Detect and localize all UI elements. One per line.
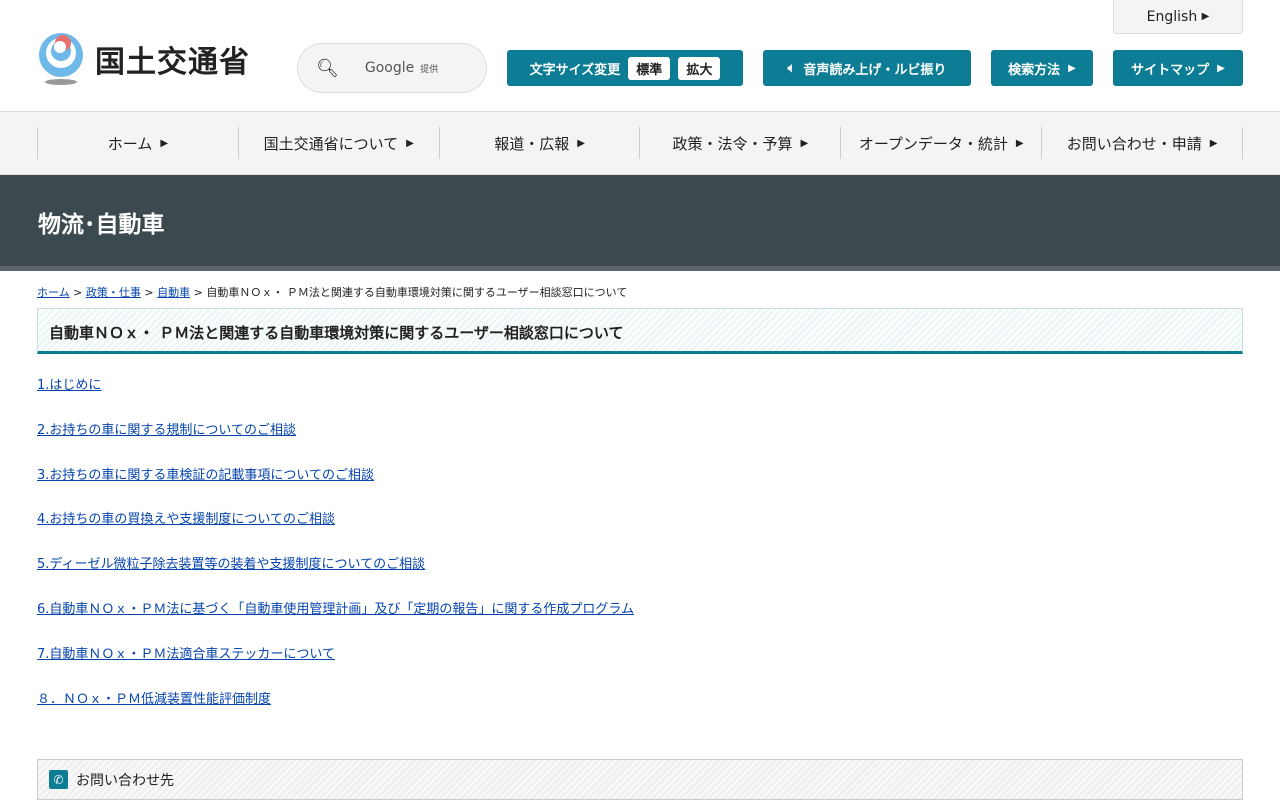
link-8[interactable]: ８．ＮＯｘ・ＰＭ低減装置性能評価制度: [37, 688, 1243, 733]
nav-policy[interactable]: 政策・法令・予算 ▶: [639, 127, 840, 159]
arrow-right-icon: ▶: [1217, 62, 1225, 74]
speaker-icon: 🔈︎: [787, 60, 796, 76]
font-large-button[interactable]: 拡大: [678, 56, 721, 80]
breadcrumb-policy[interactable]: 政策・仕事: [86, 286, 141, 299]
page-title: 自動車ＮＯｘ・ ＰＭ法と関連する自動車環境対策に関するユーザー相談窓口について: [37, 308, 1243, 354]
arrow-right-icon: ▶: [1068, 62, 1076, 74]
phone-icon: ✆: [49, 770, 68, 789]
breadcrumb-current: 自動車ＮＯｘ・ ＰＭ法と関連する自動車環境対策に関するユーザー相談窓口について: [206, 286, 628, 299]
link-1[interactable]: 1.はじめに: [37, 374, 1243, 419]
site-header: 国土交通省 English ▶ 🔍︎ Google 提供 文字サイズ変更 標準 …: [0, 0, 1280, 112]
mlit-logo-icon: [39, 33, 83, 85]
font-standard-button[interactable]: 標準: [628, 56, 671, 80]
font-size-control: 文字サイズ変更 標準 拡大: [507, 50, 743, 86]
link-5[interactable]: 5.ディーゼル微粒子除去装置等の装着や支援制度についてのご相談: [37, 553, 1243, 598]
arrow-right-icon: ▶: [1209, 137, 1218, 149]
link-2[interactable]: 2.お持ちの車に関する規制についてのご相談: [37, 419, 1243, 464]
nav-opendata[interactable]: オープンデータ・統計 ▶: [840, 127, 1041, 159]
link-6[interactable]: 6.自動車ＮＯｘ・ＰＭ法に基づく「自動車使用管理計画」及び「定期の報告」に関する…: [37, 598, 1243, 643]
arrow-right-icon: ▶: [577, 137, 585, 149]
english-link[interactable]: English ▶: [1113, 0, 1243, 34]
breadcrumb: ホーム > 政策・仕事 > 自動車 > 自動車ＮＯｘ・ ＰＭ法と関連する自動車環…: [37, 286, 628, 299]
link-7[interactable]: 7.自動車ＮＯｘ・ＰＭ法適合車ステッカーについて: [37, 643, 1243, 688]
sitemap-button[interactable]: サイトマップ ▶: [1113, 50, 1243, 86]
arrow-right-icon: ▶: [800, 137, 809, 149]
section-links: 1.はじめに 2.お持ちの車に関する規制についてのご相談 3.お持ちの車に関する…: [0, 354, 1280, 732]
nav-about[interactable]: 国土交通省について ▶: [237, 127, 439, 159]
arrow-right-icon: ▶: [1015, 137, 1024, 149]
speech-button[interactable]: 🔈︎ 音声読み上げ・ルビ振り: [763, 50, 971, 86]
arrow-right-icon: ▶: [160, 137, 169, 149]
breadcrumb-automobile[interactable]: 自動車: [157, 286, 190, 299]
section-banner: 物流･自動車: [0, 175, 1280, 271]
nav-contact[interactable]: お問い合わせ・申請 ▶: [1041, 127, 1243, 159]
global-nav: ホーム ▶ 国土交通省について ▶ 報道・広報 ▶ 政策・法令・予算 ▶ オープンデータ…: [0, 112, 1280, 175]
site-search[interactable]: 🔍︎ Google 提供: [297, 43, 487, 93]
site-logo[interactable]: 国土交通省: [37, 33, 250, 85]
nav-press[interactable]: 報道・広報 ▶: [438, 127, 640, 159]
link-4[interactable]: 4.お持ちの車の買換えや支援制度についてのご相談: [37, 508, 1243, 553]
breadcrumb-home[interactable]: ホーム: [37, 286, 70, 299]
link-3[interactable]: 3.お持ちの車に関する車検証の記載事項についてのご相談: [37, 464, 1243, 509]
search-method-button[interactable]: 検索方法 ▶: [991, 50, 1093, 86]
arrow-right-icon: ▶: [1201, 11, 1210, 22]
nav-home[interactable]: ホーム ▶: [37, 127, 238, 159]
contact-heading: ✆ お問い合わせ先: [37, 759, 1243, 800]
search-icon: 🔍︎: [316, 57, 339, 79]
arrow-right-icon: ▶: [406, 137, 414, 149]
